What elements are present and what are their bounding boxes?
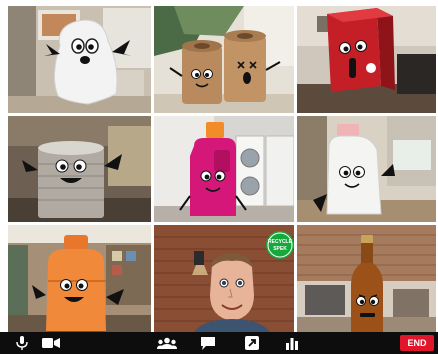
participant-tile-human[interactable]: RECYCLE SPEK [154, 225, 294, 332]
stats-button[interactable] [280, 334, 304, 352]
participant-tile-pink-bottle[interactable] [154, 116, 294, 222]
video-toggle-button[interactable] [38, 334, 64, 352]
microphone-icon [16, 336, 28, 350]
participant-tile-brown-bottle[interactable] [297, 225, 436, 332]
participant-grid: RECYCLE SPEK [8, 6, 436, 332]
chat-button[interactable] [196, 334, 220, 352]
stats-icon [286, 338, 298, 350]
participants-button[interactable] [154, 334, 180, 352]
red-carton-video [297, 6, 436, 113]
chat-icon [201, 337, 215, 350]
participant-tile-red-carton[interactable] [297, 6, 436, 113]
mute-button[interactable] [12, 334, 32, 352]
participant-tile-tin-can[interactable] [8, 116, 151, 222]
video-call-app: RECYCLE SPEK END [0, 0, 438, 354]
call-toolbar: END [0, 332, 438, 354]
participants-icon [157, 337, 177, 349]
brown-bottle-video [297, 225, 436, 332]
orange-bottle-video [8, 225, 151, 332]
end-call-button[interactable]: END [400, 335, 434, 351]
camera-icon [42, 338, 60, 348]
share-icon [245, 336, 259, 350]
participant-tile-milk-jug[interactable] [297, 116, 436, 222]
ghost-video [8, 6, 151, 113]
milk-jug-video [297, 116, 436, 222]
recycle-sign-text: RECYCLE [268, 239, 293, 245]
participant-tile-orange-bottle[interactable] [8, 225, 151, 332]
svg-text:SPEK: SPEK [273, 246, 287, 252]
toilet-rolls-video [154, 6, 294, 113]
tin-can-video [8, 116, 151, 222]
participant-tile-toilet-rolls[interactable] [154, 6, 294, 113]
share-screen-button[interactable] [240, 334, 264, 352]
human-video: RECYCLE SPEK [154, 225, 294, 332]
participant-tile-ghost[interactable] [8, 6, 151, 113]
pink-bottle-video [154, 116, 294, 222]
